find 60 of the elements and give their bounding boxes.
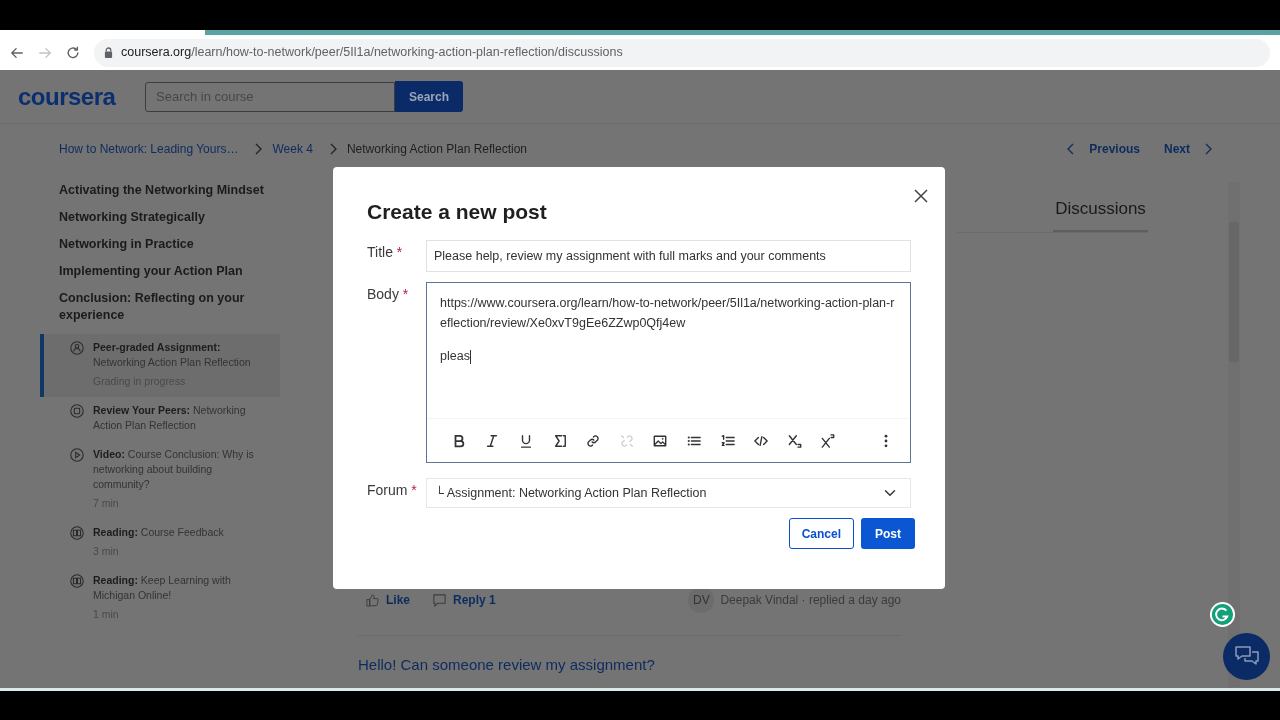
- code-icon: [754, 433, 769, 448]
- underline-icon: [519, 433, 533, 448]
- module-title[interactable]: Networking Strategically: [40, 209, 265, 226]
- body-editor[interactable]: https://www.coursera.org/learn/how-to-network/peer/5Il1a/networking-action-plan-reflection/review/Xe0xvT9gEe6ZZwp0Qfj4ew pleas: [426, 282, 911, 464]
- post-title-link[interactable]: Hello! Can someone review my assignment?: [358, 654, 655, 677]
- lock-icon: [104, 47, 113, 58]
- discussions-tab[interactable]: Discussions: [1053, 196, 1148, 232]
- field-label: Body: [367, 286, 399, 303]
- required-mark: *: [396, 244, 403, 261]
- chevron-right-icon: [328, 143, 337, 155]
- post-byline: Deepak Vindal · replied a day ago: [720, 592, 901, 609]
- grammar-assistant-icon[interactable]: [1209, 601, 1236, 628]
- forum-select[interactable]: └ Assignment: Networking Action Plan Reflection: [426, 478, 911, 509]
- reload-icon[interactable]: [66, 45, 80, 60]
- chevron-right-icon: [1204, 143, 1212, 155]
- person-icon: [69, 340, 85, 356]
- module-title[interactable]: Networking in Practice: [40, 236, 265, 253]
- avatar: DV: [688, 587, 715, 613]
- previous-link[interactable]: Previous: [1067, 140, 1140, 158]
- required-mark: *: [402, 286, 409, 303]
- numbered-list-icon: [720, 433, 735, 448]
- italic-icon: [485, 433, 500, 448]
- book-icon: [69, 525, 85, 541]
- reply-button[interactable]: Reply 1: [432, 591, 496, 609]
- logo[interactable]: coursera: [18, 78, 145, 115]
- breadcrumb-current: Networking Action Plan Reflection: [346, 141, 527, 158]
- book-icon: [69, 573, 85, 589]
- module-title[interactable]: Implementing your Action Plan: [40, 263, 265, 280]
- chevron-left-icon: [1067, 143, 1076, 155]
- next-link[interactable]: Next: [1164, 140, 1212, 158]
- post-button[interactable]: Post: [861, 518, 915, 550]
- link-icon: [586, 433, 601, 448]
- breadcrumb-link[interactable]: Week 4: [272, 140, 313, 158]
- field-label: Forum: [367, 482, 408, 499]
- speech-bubble-icon: [432, 592, 447, 608]
- modal-title: Create a new post: [367, 199, 548, 225]
- search-button[interactable]: Search: [395, 81, 464, 112]
- sidebar-item[interactable]: Review Your Peers: Networking Action Plan Reflection: [40, 397, 280, 441]
- image-icon: [653, 433, 668, 448]
- sigma-icon: [552, 433, 567, 448]
- module-title[interactable]: Conclusion: Reflecting on your experience: [40, 290, 265, 324]
- thumbs-up-icon: [365, 592, 380, 608]
- like-button[interactable]: Like: [365, 591, 410, 609]
- body-text: https://www.coursera.org/learn/how-to-network/peer/5Il1a/networking-action-plan-reflection/review/Xe0xvT9gEe6ZZwp0Qfj4ew: [440, 295, 896, 333]
- title-field[interactable]: Please help, review my assignment with full marks and your comments: [426, 240, 911, 273]
- required-mark: *: [411, 482, 417, 499]
- module-title[interactable]: Activating the Networking Mindset: [40, 182, 265, 199]
- cancel-button[interactable]: Cancel: [788, 518, 854, 550]
- breadcrumb-link[interactable]: How to Network: Leading Yours…: [59, 140, 239, 158]
- back-icon[interactable]: [10, 45, 24, 60]
- chevron-right-icon: [254, 143, 263, 155]
- chat-button[interactable]: [1223, 633, 1270, 680]
- chat-icon: [69, 403, 85, 419]
- unlink-icon: [619, 433, 634, 448]
- body-text: pleas: [440, 348, 472, 366]
- subscript-icon: [787, 433, 802, 448]
- superscript-icon: [821, 433, 836, 448]
- scrollbar[interactable]: [1228, 182, 1240, 687]
- field-label: Title: [367, 244, 393, 261]
- play-icon: [69, 447, 85, 463]
